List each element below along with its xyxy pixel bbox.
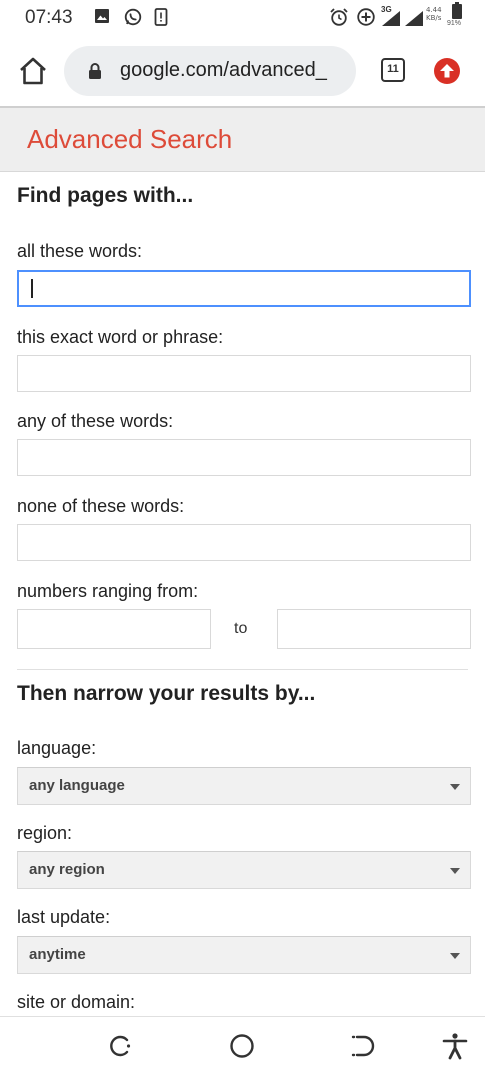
section-divider (17, 669, 468, 670)
browser-toolbar: google.com/advanced_ 11 (0, 34, 485, 106)
system-nav-bar (0, 1017, 485, 1080)
exact-phrase-input[interactable] (17, 355, 471, 392)
status-time: 07:43 (25, 7, 73, 28)
update-button[interactable] (434, 58, 460, 84)
network-speed: 4.44 KB/s (426, 6, 442, 22)
status-bar: 07:43 3G 4.44 KB/s 91% (0, 0, 485, 34)
tab-switcher-button[interactable]: 11 (381, 58, 405, 82)
page-header: Advanced Search (0, 108, 485, 172)
region-select[interactable]: any region (17, 851, 471, 889)
accessibility-icon[interactable] (440, 1031, 470, 1061)
alarm-icon (330, 8, 348, 26)
home-icon[interactable] (17, 56, 49, 86)
region-value: any region (29, 861, 105, 878)
section-title-find: Find pages with... (17, 184, 194, 207)
none-words-input[interactable] (17, 524, 471, 561)
site-domain-label: site or domain: (17, 992, 136, 1012)
language-label: language: (17, 738, 97, 758)
last-update-label: last update: (17, 907, 111, 927)
text-cursor (31, 279, 33, 298)
all-words-label: all these words: (17, 241, 143, 261)
home-nav-icon[interactable] (227, 1031, 257, 1061)
last-update-select[interactable]: anytime (17, 936, 471, 974)
battery-percent: 91% (447, 20, 462, 27)
all-words-input[interactable] (17, 270, 471, 307)
phone-alert-icon (154, 8, 168, 26)
number-to-input[interactable] (277, 609, 471, 649)
language-value: any language (29, 777, 125, 794)
any-words-input[interactable] (17, 439, 471, 476)
region-label: region: (17, 823, 73, 843)
number-from-input[interactable] (17, 609, 211, 649)
data-saver-icon (357, 8, 375, 26)
battery-icon (452, 2, 462, 19)
recents-icon[interactable] (105, 1031, 135, 1061)
section-title-narrow: Then narrow your results by... (17, 682, 316, 705)
lock-icon (89, 63, 101, 79)
dropdown-arrow-icon (450, 868, 460, 874)
range-to-label: to (234, 620, 248, 637)
exact-phrase-label: this exact word or phrase: (17, 327, 224, 347)
signal-icon (382, 11, 400, 26)
page-title: Advanced Search (27, 124, 233, 154)
address-bar[interactable]: google.com/advanced_ (64, 46, 356, 96)
dropdown-arrow-icon (450, 784, 460, 790)
arrow-up-icon (440, 64, 454, 78)
url-text: google.com/advanced_ (120, 59, 327, 81)
none-words-label: none of these words: (17, 496, 185, 516)
numbers-range-label: numbers ranging from: (17, 581, 199, 601)
any-words-label: any of these words: (17, 411, 174, 431)
back-icon[interactable] (348, 1031, 378, 1061)
whatsapp-icon (124, 8, 142, 26)
dropdown-arrow-icon (450, 953, 460, 959)
language-select[interactable]: any language (17, 767, 471, 805)
signal-icon-2 (405, 11, 423, 26)
image-icon (95, 9, 109, 23)
last-update-value: anytime (29, 946, 86, 963)
